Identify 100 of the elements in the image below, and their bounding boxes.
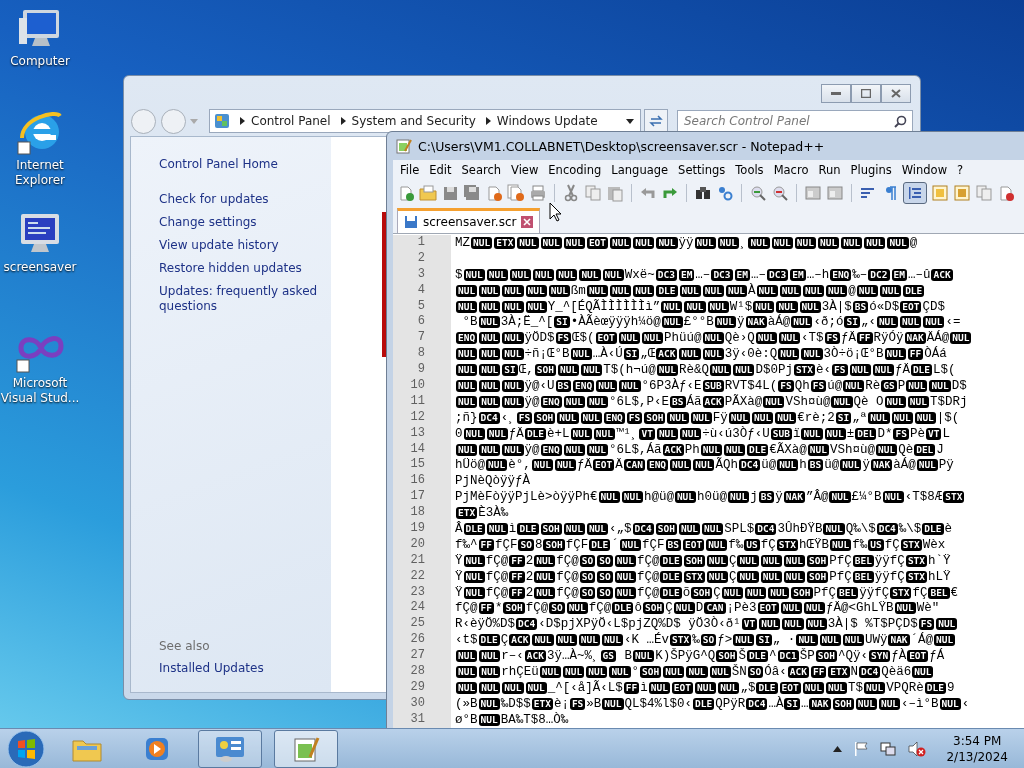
sidebar-link[interactable]: Change settings xyxy=(159,215,319,230)
control-char-badge: NUL xyxy=(557,411,579,424)
find-icon[interactable] xyxy=(694,184,712,202)
breadcrumb-item[interactable]: System and Security xyxy=(351,114,476,128)
minimize-button[interactable] xyxy=(821,84,851,103)
flag-icon[interactable] xyxy=(854,741,869,756)
control-char-badge: NUL xyxy=(780,602,802,615)
close-all-icon[interactable] xyxy=(507,184,525,202)
menu-item[interactable]: Settings xyxy=(673,163,731,177)
breadcrumb-arrow-icon[interactable] xyxy=(240,117,245,125)
cut-icon[interactable] xyxy=(562,184,580,202)
menu-item[interactable]: View xyxy=(506,163,544,177)
breadcrumb-item[interactable]: Control Panel xyxy=(251,114,331,128)
sidebar-link[interactable]: Restore hidden updates xyxy=(159,261,319,276)
code-text: ƒÄ xyxy=(577,458,593,473)
control-char-badge: NUL xyxy=(884,395,906,408)
desktop-icon-label[interactable]: Computer xyxy=(0,54,80,69)
menu-item[interactable]: Plugins xyxy=(845,163,897,177)
desktop-icon-label[interactable]: Microsoft Visual Stud... xyxy=(0,376,80,406)
start-button[interactable] xyxy=(6,728,46,768)
menu-item[interactable]: Search xyxy=(456,163,507,177)
control-char-badge: SI xyxy=(554,316,570,329)
sync-horizontal-icon[interactable] xyxy=(826,184,844,202)
desktop-icon-label[interactable]: Internet Explorer xyxy=(0,158,80,188)
code-text: £°°B xyxy=(683,315,714,330)
sidebar-link[interactable]: View update history xyxy=(159,238,319,253)
menu-item[interactable]: Tools xyxy=(730,163,769,177)
sync-vertical-icon[interactable] xyxy=(804,184,822,202)
zoom-in-icon[interactable] xyxy=(749,184,767,202)
show-hidden-icons-arrow-icon[interactable] xyxy=(833,745,843,752)
replace-icon[interactable] xyxy=(716,184,734,202)
control-char-badge: NUL xyxy=(614,570,636,583)
taskbar-button[interactable] xyxy=(274,729,338,768)
speaker-icon[interactable] xyxy=(908,740,927,757)
zoom-out-icon[interactable] xyxy=(771,184,789,202)
search-icon[interactable] xyxy=(894,115,907,128)
dropdown-caret-icon[interactable] xyxy=(626,118,634,124)
close-file-icon[interactable] xyxy=(485,184,503,202)
clock-date[interactable]: 2/13/2024 xyxy=(946,748,1008,765)
search-field[interactable]: Search Control Panel xyxy=(677,110,913,132)
close-button[interactable] xyxy=(881,84,911,103)
code-text: Ÿ xyxy=(455,569,463,584)
indent-guide-button[interactable] xyxy=(903,182,927,204)
code-text: rhÇEü xyxy=(501,665,539,679)
menu-item[interactable]: Window xyxy=(896,163,953,177)
code-text: 0 xyxy=(455,426,463,441)
menu-item[interactable]: Encoding xyxy=(543,163,607,177)
code-text: €ÃXà@ xyxy=(769,442,807,457)
sidebar-link[interactable]: Updates: frequently asked questions xyxy=(159,284,319,314)
print-icon[interactable] xyxy=(529,184,547,202)
save-icon[interactable] xyxy=(441,184,459,202)
open-folder-icon[interactable] xyxy=(419,184,437,202)
control-char-badge: NUL xyxy=(563,522,585,535)
maximize-button[interactable] xyxy=(851,84,881,103)
code-text: Â xyxy=(455,521,463,536)
code-text: ^Qÿ‹ xyxy=(837,649,868,664)
document-map-icon[interactable] xyxy=(953,184,971,202)
control-char-badge: NUL xyxy=(456,379,478,392)
code-text: fÇF xyxy=(494,537,518,552)
sidebar-link[interactable]: Check for updates xyxy=(159,192,319,207)
refresh-button[interactable] xyxy=(644,109,668,133)
clock-time[interactable]: 3:54 PM xyxy=(953,732,1002,749)
code-text: r–‹ xyxy=(501,649,524,664)
control-char-badge: NUL xyxy=(548,284,570,297)
taskbar-button[interactable] xyxy=(198,729,262,768)
menu-item[interactable]: Run xyxy=(813,163,846,177)
function-list-icon[interactable] xyxy=(997,184,1015,202)
sidebar-link[interactable]: Installed Updates xyxy=(159,661,319,676)
control-char-badge: EOT xyxy=(757,602,779,615)
close-tab-icon[interactable] xyxy=(521,216,534,228)
menu-item[interactable]: ? xyxy=(952,163,969,177)
breadcrumb-arrow-icon[interactable] xyxy=(340,117,346,125)
breadcrumb-item[interactable]: Windows Update xyxy=(496,114,598,128)
menu-item[interactable]: File xyxy=(395,163,425,177)
control-char-badge: VT xyxy=(741,618,758,631)
network-icon[interactable] xyxy=(880,740,897,757)
copy-icon[interactable] xyxy=(584,184,602,202)
control-char-badge: DLE xyxy=(660,570,682,583)
control-char-badge: NAK xyxy=(871,459,893,472)
code-text: ó«D$ xyxy=(869,299,900,314)
file-tab[interactable]: screensaver.scr xyxy=(397,208,541,233)
menu-item[interactable]: Edit xyxy=(424,163,457,177)
menu-item[interactable]: Language xyxy=(606,163,674,177)
code-text: Wè" xyxy=(916,601,940,616)
menu-item[interactable]: Macro xyxy=(768,163,814,177)
control-char-badge: NUL xyxy=(502,443,524,456)
breadcrumb-arrow-icon[interactable] xyxy=(485,117,491,125)
sidebar-link[interactable]: Control Panel Home xyxy=(159,157,319,172)
address-bar[interactable]: Control Panel System and Security Windows Update xyxy=(209,109,641,133)
save-all-icon[interactable] xyxy=(463,184,481,202)
code-text: Qèä6 xyxy=(881,665,912,679)
control-char-badge: NUL xyxy=(580,411,602,424)
code-text: h0ü@ xyxy=(697,490,728,505)
recent-pages-caret-icon[interactable] xyxy=(190,118,198,124)
desktop-icon-label[interactable]: screensaver xyxy=(0,260,80,275)
control-char-badge: NUL xyxy=(534,570,556,583)
paste-icon[interactable] xyxy=(606,184,624,202)
control-char-badge: FF xyxy=(478,602,494,615)
new-file-icon[interactable] xyxy=(397,184,415,202)
code-text: fÇ@ xyxy=(455,601,478,616)
